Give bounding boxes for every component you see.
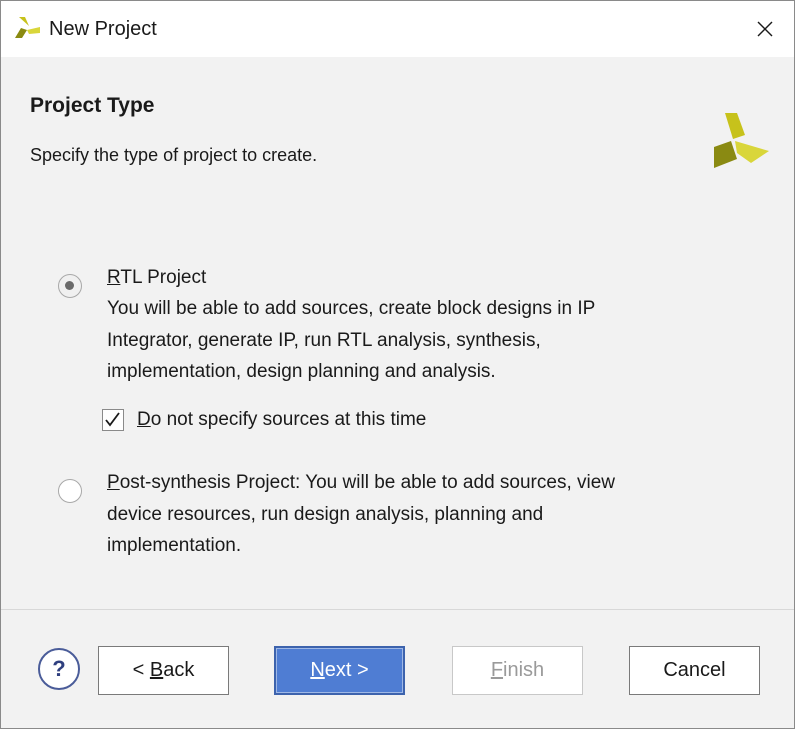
vivado-logo-icon xyxy=(15,17,40,38)
post-synthesis-line: device resources, run design analysis, p… xyxy=(107,503,544,525)
rtl-project-label[interactable]: RTL Project xyxy=(107,262,206,294)
help-icon: ? xyxy=(52,656,66,681)
rtl-project-label-text: TL Project xyxy=(120,267,207,288)
next-label: ext > xyxy=(324,659,369,681)
rtl-project-radio[interactable] xyxy=(58,274,82,298)
next-button[interactable]: Next > xyxy=(274,646,405,695)
page-title: Project Type xyxy=(30,94,155,117)
finish-mnemonic: F xyxy=(490,659,504,681)
next-mnemonic: N xyxy=(310,659,325,681)
rtl-project-description: You will be able to add sources, create … xyxy=(107,293,687,388)
finish-label: inish xyxy=(503,659,545,681)
finish-button[interactable]: Finish xyxy=(452,646,583,695)
page-subtitle: Specify the type of project to create. xyxy=(30,145,318,165)
back-mnemonic: B xyxy=(149,659,164,681)
rtl-description-line: You will be able to add sources, create … xyxy=(107,298,596,319)
post-synthesis-mnemonic: P xyxy=(107,472,120,493)
new-project-dialog: New Project Project Type Specify the typ… xyxy=(0,0,795,729)
back-button[interactable]: < Back xyxy=(98,646,229,695)
post-synthesis-line: Post-synthesis Project: You will be able… xyxy=(107,467,707,499)
rtl-project-mnemonic: R xyxy=(107,267,121,288)
post-synthesis-project-radio[interactable] xyxy=(58,479,82,503)
no-sources-checkbox[interactable] xyxy=(102,409,124,431)
no-sources-label[interactable]: Do not specify sources at this time xyxy=(137,404,426,436)
post-synthesis-project-label[interactable]: Post-synthesis Project: You will be able… xyxy=(107,467,707,562)
post-synthesis-line1-text: ost-synthesis Project: You will be able … xyxy=(119,472,616,493)
xilinx-logo-icon xyxy=(714,113,769,168)
rtl-description-line: Integrator, generate IP, run RTL analysi… xyxy=(107,329,541,351)
help-button[interactable]: ? xyxy=(38,648,80,690)
back-label: ack xyxy=(163,659,195,681)
cancel-button[interactable]: Cancel xyxy=(629,646,760,695)
page-header: Project Type Specify the type of project… xyxy=(1,57,794,191)
footer-divider xyxy=(1,609,794,610)
post-synthesis-line: implementation. xyxy=(107,535,242,556)
close-button[interactable] xyxy=(736,1,794,57)
rtl-description-line: implementation, design planning and anal… xyxy=(107,361,496,382)
cancel-label: Cancel xyxy=(663,659,726,681)
checkmark-icon xyxy=(105,412,120,427)
no-sources-label-text: o not specify sources at this time xyxy=(150,409,427,430)
back-prefix: < xyxy=(132,659,150,681)
close-icon xyxy=(757,21,773,37)
no-sources-mnemonic: D xyxy=(137,409,151,430)
window-title: New Project xyxy=(49,18,157,40)
title-bar: New Project xyxy=(1,1,794,57)
